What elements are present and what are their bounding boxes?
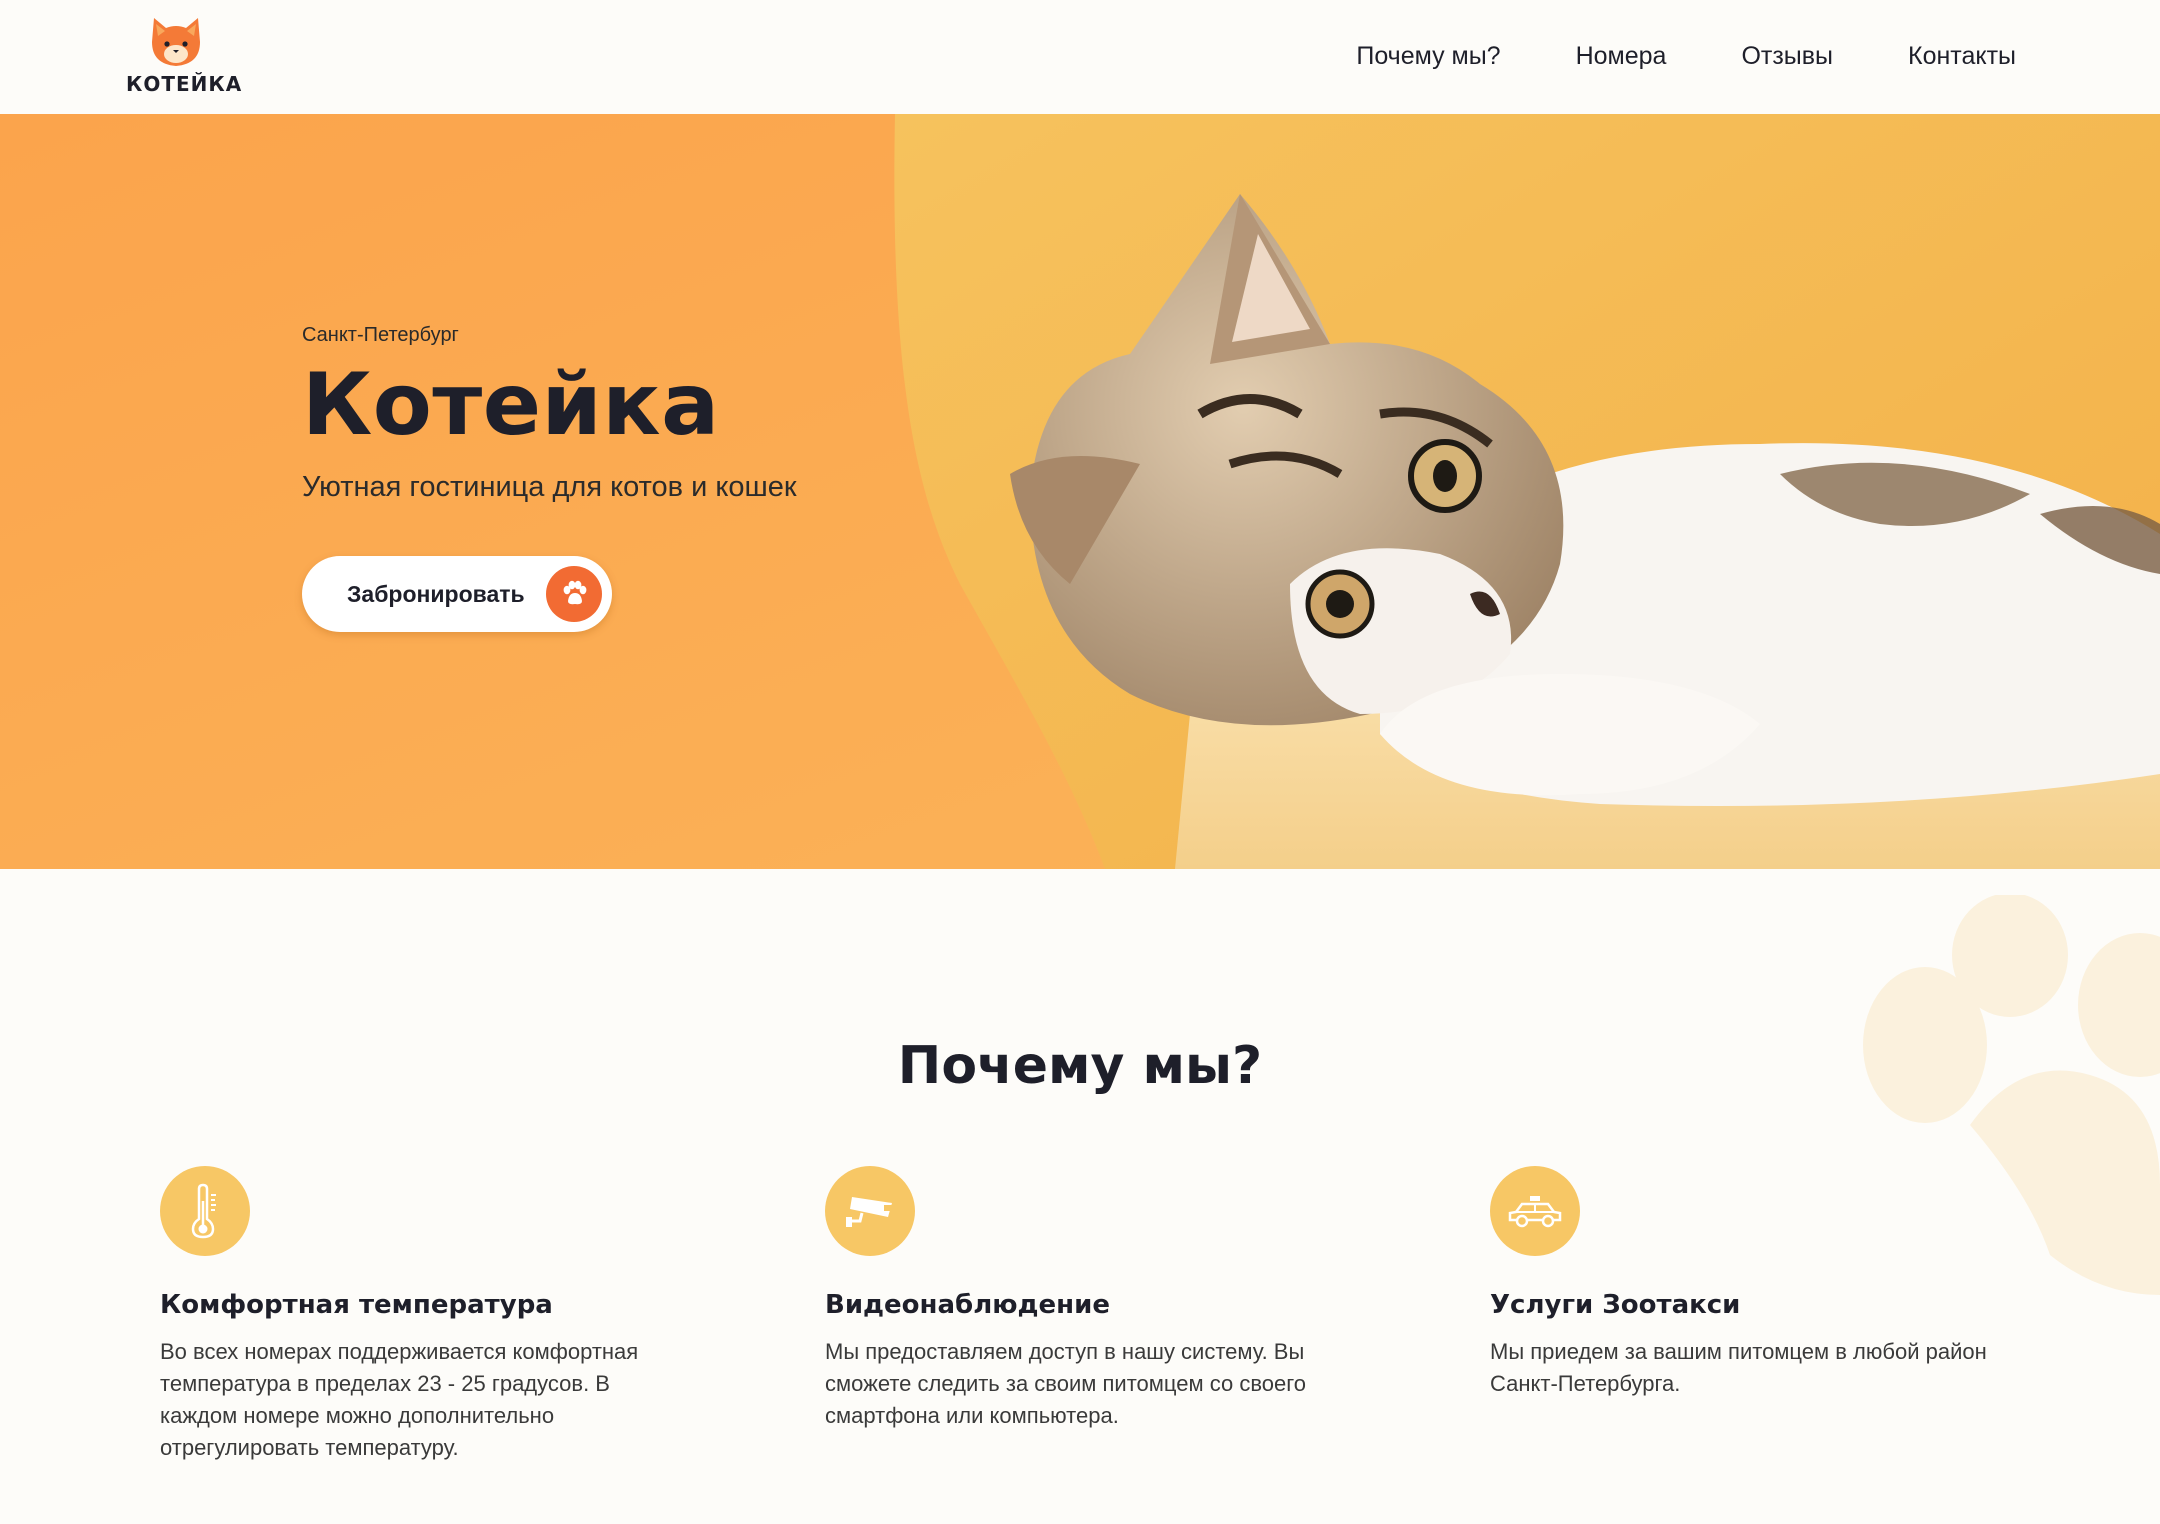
cat-logo-icon [152, 18, 200, 66]
feature-title: Комфортная температура [160, 1290, 553, 1320]
hero-section: Санкт-Петербург Котейка Уютная гостиница… [0, 114, 2160, 869]
feature-temperature: Комфортная температура Во всех номерах п… [160, 1166, 700, 1464]
nav-link-rooms[interactable]: Номера [1576, 38, 1667, 74]
hero-title: Котейка [302, 355, 720, 455]
hero-city: Санкт-Петербург [302, 324, 459, 346]
thermometer-icon [160, 1166, 250, 1256]
main-nav: Почему мы? Номера Отзывы Контакты [1356, 38, 2016, 74]
book-button-label: Забронировать [347, 580, 525, 607]
book-button[interactable]: Забронировать [302, 556, 612, 632]
feature-title: Видеонаблюдение [825, 1290, 1110, 1320]
logo[interactable]: КОТЕЙКА [126, 14, 243, 100]
nav-link-contacts[interactable]: Контакты [1908, 38, 2016, 74]
why-us-title: Почему мы? [897, 1036, 1263, 1096]
paw-icon [546, 566, 602, 622]
hero-subtitle: Уютная гостиница для котов и кошек [302, 471, 797, 503]
feature-text: Мы предоставляем доступ в нашу систему. … [825, 1339, 1307, 1428]
camera-icon [825, 1166, 915, 1256]
feature-text: Во всех номерах поддерживается комфортна… [160, 1339, 639, 1460]
feature-title: Услуги Зоотакси [1490, 1290, 1741, 1320]
feature-video: Видеонаблюдение Мы предоставляем доступ … [825, 1166, 1365, 1432]
nav-link-why-us[interactable]: Почему мы? [1356, 38, 1500, 74]
logo-text: КОТЕЙКА [126, 72, 243, 96]
hero-text-block: Санкт-Петербург Котейка Уютная гостиница… [302, 324, 797, 504]
feature-text: Мы приедем за вашим питомцем в любой рай… [1490, 1339, 1987, 1396]
nav-link-reviews[interactable]: Отзывы [1741, 38, 1833, 74]
taxi-icon [1490, 1166, 1580, 1256]
feature-taxi: Услуги Зоотакси Мы приедем за вашим пито… [1490, 1166, 2030, 1400]
site-header: КОТЕЙКА Почему мы? Номера Отзывы Контакт… [0, 0, 2160, 114]
